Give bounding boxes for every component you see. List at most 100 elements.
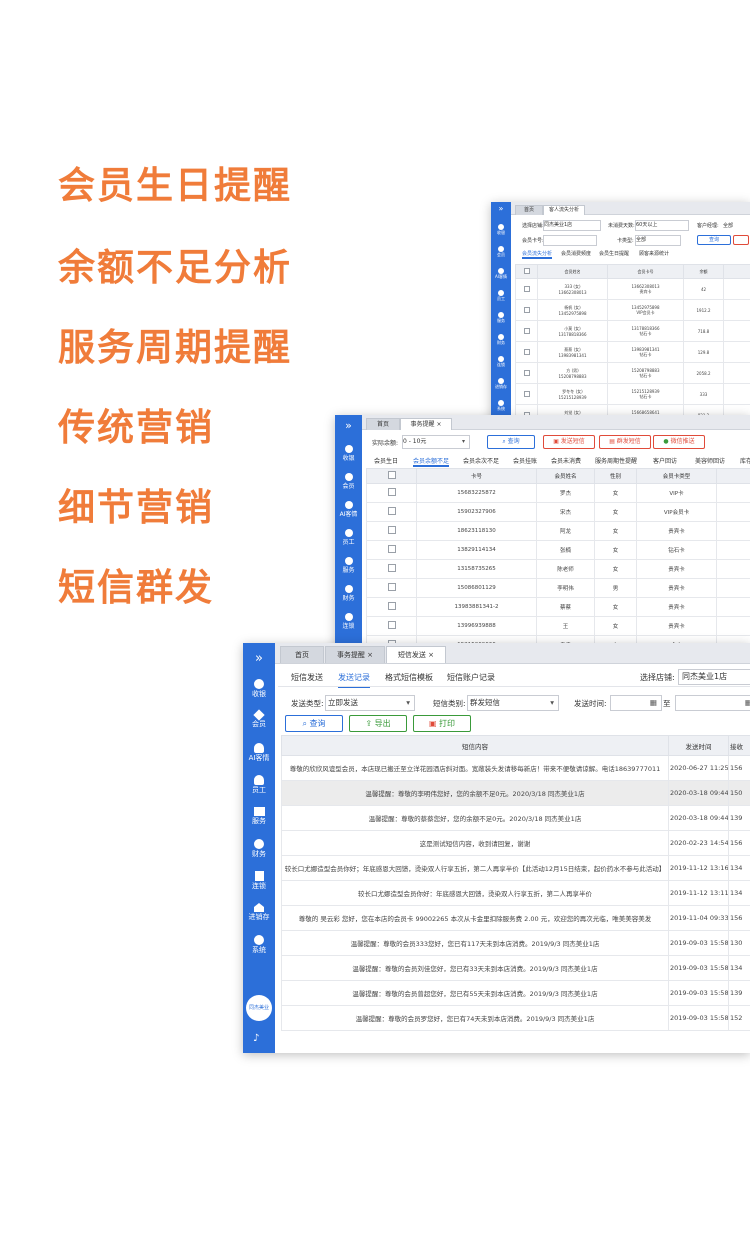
sidebar-item-member[interactable]: 会员: [491, 246, 511, 258]
sidebar-item-chain[interactable]: 连锁: [243, 871, 275, 891]
table-row[interactable]: 温馨提醒：尊敬的会员罗您好，您已有74天未到本店消费。2019/9/3 同杰美业…: [281, 1005, 750, 1031]
sidebar-item-staff[interactable]: 员工: [243, 775, 275, 795]
subtab-credit[interactable]: 会员挂账: [513, 456, 537, 465]
sidebar-item-inventory[interactable]: 进销存: [491, 378, 511, 390]
table-row[interactable]: 较长口尤娜造型会员你好：年底感恩大回馈，烫染双人行享五折，第二人再享半价 2019…: [281, 880, 750, 906]
table-row[interactable]: 罗冬冬 (女) 15215128939 15215128939 钻石卡 333: [515, 383, 750, 405]
table-row[interactable]: 小莫 (女) 13178818366 13178818366 钻石卡 718.8: [515, 320, 750, 342]
print-button[interactable]: ▣ 打印: [413, 715, 471, 732]
sidebar-item-service[interactable]: 服务: [491, 312, 511, 324]
col-check[interactable]: [515, 264, 538, 279]
table-row[interactable]: 15902327906 宋杰女 VIP会员卡: [366, 502, 750, 522]
table-row[interactable]: 尊敬的欣欣风谊型会员，本店现已搬迁至立洋花园酒店斜对面。宽敞装头发请移每新店！带…: [281, 755, 750, 781]
table-row[interactable]: 方 (男) 15208798883 15208798883 钻石卡 2058.2: [515, 362, 750, 384]
store-select[interactable]: 同杰美业1店: [678, 669, 750, 685]
sidebar-item-chain[interactable]: 连锁: [335, 613, 362, 630]
sidebar-item-member[interactable]: 会员: [243, 709, 275, 729]
sms-category-select[interactable]: 群发短信 ▾: [467, 695, 559, 711]
mass-sms-button[interactable]: ▤ 群发短信: [599, 435, 651, 449]
table-row[interactable]: 15683225872 罗杰女 VIP卡: [366, 483, 750, 503]
subtab-templates[interactable]: 格式短信模板: [385, 672, 433, 683]
send-type-select[interactable]: 立即发送 ▾: [325, 695, 415, 711]
subtab-birthday[interactable]: 会员生日: [374, 456, 398, 465]
table-row[interactable]: 温馨提醒：尊敬的会员333您好，您已有117天未到本店消费。2019/9/3 同…: [281, 930, 750, 956]
collapse-icon[interactable]: »: [335, 419, 362, 432]
sidebar-item-cashier[interactable]: 收银: [335, 445, 362, 462]
subtab-service-cycle[interactable]: 服务周期性提醒: [595, 456, 637, 465]
wechat-push-button[interactable]: ● 微信推送: [653, 435, 705, 449]
close-icon[interactable]: ×: [436, 421, 441, 428]
table-row[interactable]: 蔡蔡 (女) 13983981341 13983981341 钻石卡 129.8: [515, 341, 750, 363]
subtab-customer-visit[interactable]: 客户回访: [653, 456, 677, 465]
sidebar-item-cashier[interactable]: 收银: [243, 679, 275, 699]
bell-icon[interactable]: ♪: [253, 1033, 265, 1045]
sidebar-item-service[interactable]: 服务: [243, 807, 275, 826]
table-row[interactable]: 温馨提醒：尊敬的李明伟您好，您的余额不足0元。2020/3/18 同杰美业1店 2…: [281, 780, 750, 806]
table-row[interactable]: 这是测试短信内容，收到请回复，谢谢 2020-02-23 14:54 156: [281, 830, 750, 856]
tab-reminders[interactable]: 事务提醒 ×: [325, 646, 385, 663]
export-button[interactable]: ⇪ 导出: [349, 715, 407, 732]
tab-sms-send[interactable]: 短信发送 ×: [386, 646, 446, 663]
tab-home[interactable]: 首页: [515, 205, 543, 215]
days-select[interactable]: 60天以上: [635, 220, 689, 231]
table-row[interactable]: 尊敬的 吴云彩 您好，您在本店的会员卡 99002265 本次从卡金里扣除服务费…: [281, 905, 750, 931]
sidebar-item-finance[interactable]: 财务: [335, 585, 362, 602]
subtab-balance-low[interactable]: 会员余额不足: [413, 456, 450, 467]
sidebar-item-system[interactable]: 系统: [491, 400, 511, 412]
card-input[interactable]: [543, 235, 597, 246]
tab-reminders[interactable]: 事务提醒 ×: [400, 418, 452, 430]
sidebar-item-cashier[interactable]: 收银: [491, 224, 511, 236]
search-button[interactable]: ⌕ 查询: [285, 715, 343, 732]
search-button[interactable]: ⌕ 查询: [487, 435, 535, 449]
subtab-stylist-visit[interactable]: 美容师回访: [695, 456, 725, 465]
table-row[interactable]: 13983881341-2 蔡蔡女贵宾卡: [366, 597, 750, 617]
tab-churn-analysis[interactable]: 客人流失分析: [543, 205, 585, 215]
subtab-source[interactable]: 顾客来源统计: [639, 250, 669, 257]
col-check[interactable]: [366, 468, 417, 484]
table-row[interactable]: 温馨提醒：尊敬的会员曾超您好，您已有55天未到本店消费。2019/9/3 同杰美…: [281, 980, 750, 1006]
sidebar-item-member[interactable]: 会员: [335, 473, 362, 490]
table-row[interactable]: 13996939888 王女贵宾卡: [366, 616, 750, 636]
sidebar-item-finance[interactable]: 财务: [491, 334, 511, 346]
sidebar-item-ai[interactable]: AI客情: [243, 743, 275, 763]
balance-select[interactable]: 0 - 10元 ▾: [402, 435, 470, 449]
table-row[interactable]: 333 (女) 13662308013 13662308013 贵宾卡 42: [515, 278, 750, 300]
table-row[interactable]: 15086801129 李明伟男贵宾卡: [366, 578, 750, 598]
collapse-icon[interactable]: »: [243, 651, 275, 666]
avatar[interactable]: 同杰美业: [246, 995, 272, 1021]
table-row[interactable]: 杨帆 (女) 13452975898 13452975898 VIP会员卡 1912.2: [515, 299, 750, 321]
collapse-icon[interactable]: »: [491, 204, 511, 213]
table-row[interactable]: 较长口尤娜造型会员你好；年底感恩大回馈，烫染双人行享五折，第二人再享半价【此活动…: [281, 855, 750, 881]
search-button[interactable]: 查询: [697, 235, 731, 245]
sidebar-item-staff[interactable]: 员工: [335, 529, 362, 546]
sidebar-item-finance[interactable]: 财务: [243, 839, 275, 859]
table-row[interactable]: 18623118130 阿龙女贵宾卡: [366, 521, 750, 541]
table-row[interactable]: 温馨提醒：尊敬的会员刘佳您好，您已有33天未到本店消费。2019/9/3 同杰美…: [281, 955, 750, 981]
table-row[interactable]: 13158735265 陈老师女贵宾卡: [366, 559, 750, 579]
sidebar-item-system[interactable]: 系统: [243, 935, 275, 955]
subtab-no-consume[interactable]: 会员未消费: [551, 456, 581, 465]
subtab-stock[interactable]: 库存: [740, 456, 750, 465]
store-select[interactable]: 同杰美业1店: [543, 220, 601, 231]
close-icon[interactable]: ×: [428, 651, 434, 659]
subtab-account-records[interactable]: 短信账户记录: [447, 672, 495, 683]
sidebar-item-ai[interactable]: AI客情: [335, 501, 362, 518]
table-row[interactable]: 13829114134 张楠女钻石卡: [366, 540, 750, 560]
sidebar-item-ai[interactable]: AI客情: [491, 268, 511, 280]
subtab-birthday[interactable]: 会员生日提醒: [599, 250, 629, 257]
send-sms-button[interactable]: ▣ 发送短信: [543, 435, 595, 449]
tab-home[interactable]: 首页: [366, 418, 400, 430]
type-select[interactable]: 全部: [635, 235, 681, 246]
subtab-frequency[interactable]: 会员消费频度: [561, 250, 591, 257]
subtab-churn[interactable]: 会员流失分析: [522, 250, 553, 259]
end-date-input[interactable]: ▦: [675, 695, 750, 711]
subtab-sms-send[interactable]: 短信发送: [291, 672, 323, 683]
tab-home[interactable]: 首页: [280, 646, 324, 663]
close-icon[interactable]: ×: [367, 651, 373, 659]
sidebar-item-staff[interactable]: 员工: [491, 290, 511, 302]
sidebar-item-inventory[interactable]: 进销存: [243, 903, 275, 922]
subtab-times-low[interactable]: 会员余次不足: [463, 456, 499, 465]
extra-button[interactable]: [733, 235, 749, 245]
manager-value[interactable]: 全部: [723, 222, 733, 229]
table-row[interactable]: 温馨提醒：尊敬的蔡蔡您好，您的余额不足0元。2020/3/18 同杰美业1店 20…: [281, 805, 750, 831]
